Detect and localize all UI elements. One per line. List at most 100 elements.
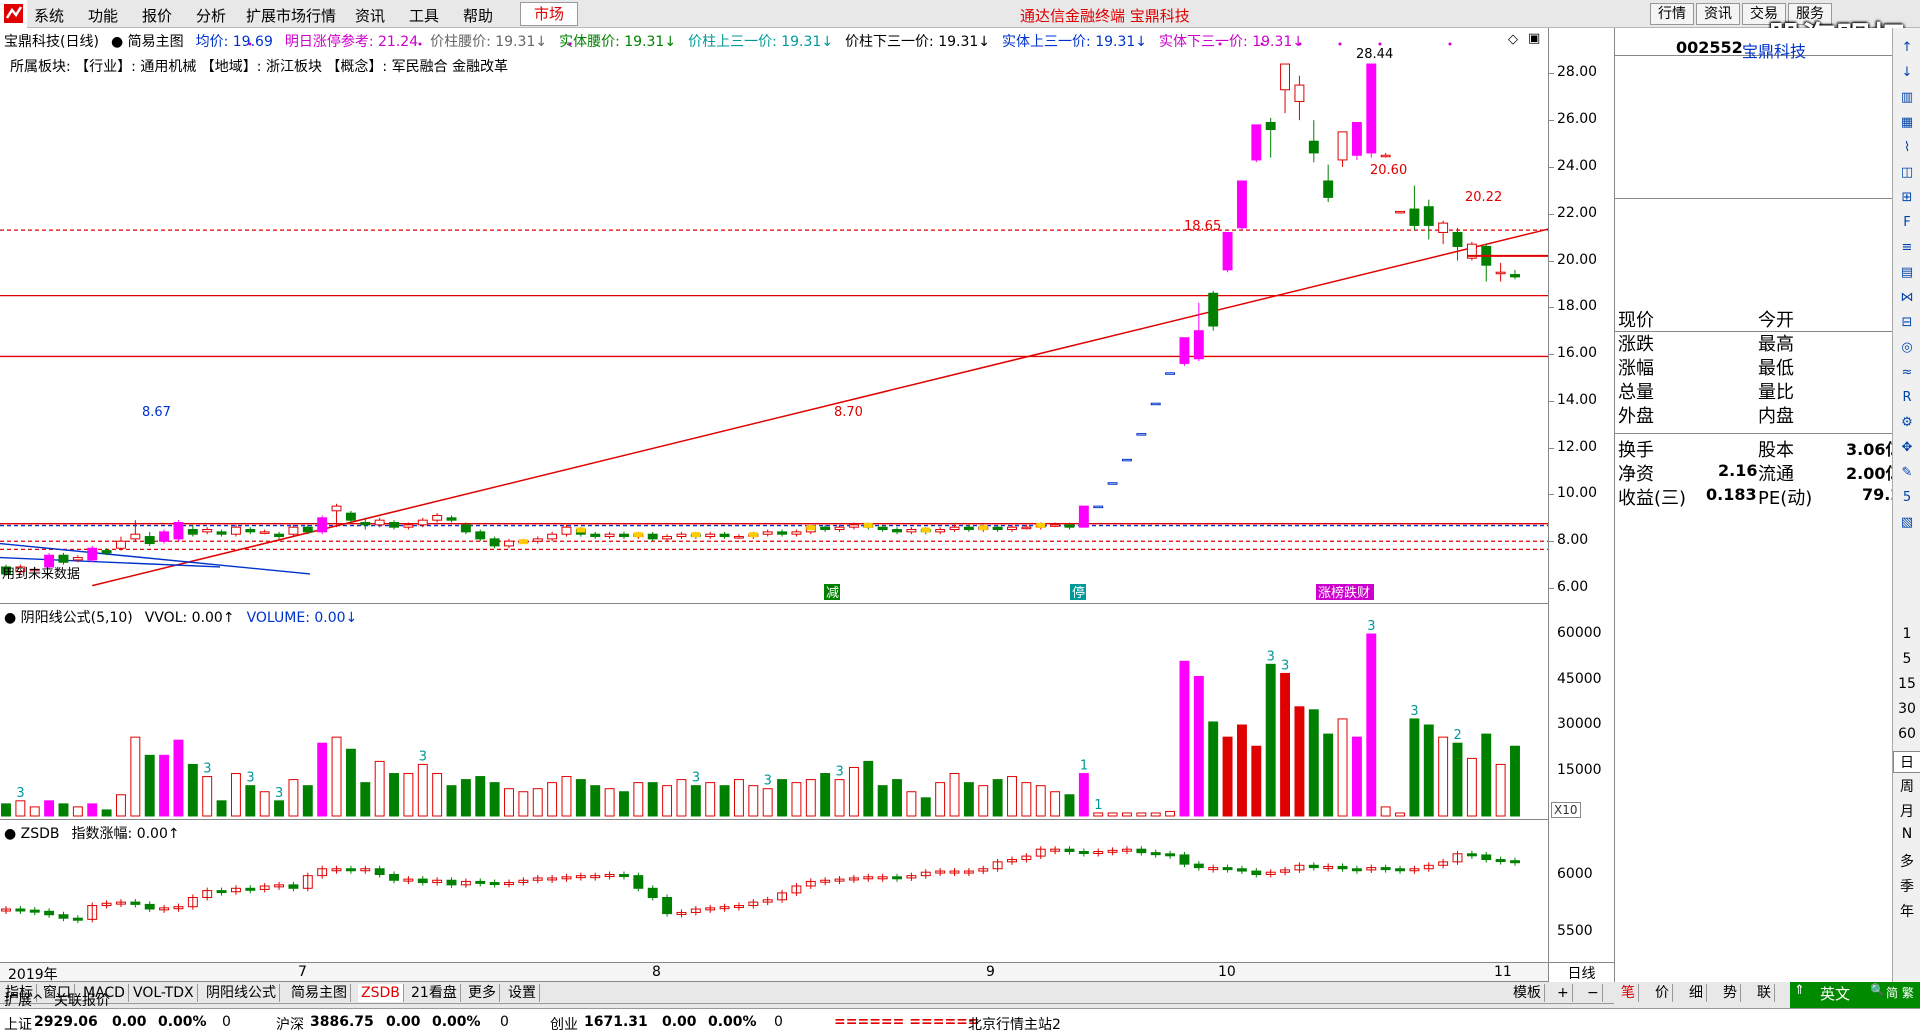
menu-system[interactable]: 系统 (34, 5, 64, 26)
volume-bar (87, 803, 98, 817)
volume-pane[interactable]: ● 阴阳线公式(5,10) VVOL: 0.00↑ VOLUME: 0.00↓ 33… (0, 604, 1548, 820)
tab-trend[interactable]: 势 (1720, 984, 1741, 1002)
chart-line-icon[interactable]: ⌇ (1897, 138, 1917, 158)
related-quote-button[interactable]: 关联报价 (54, 990, 110, 1010)
candle-body (116, 540, 126, 549)
tab-yinyang[interactable]: 阴阳线公式 (203, 984, 280, 1002)
period-button[interactable]: 月 (1893, 801, 1920, 821)
volume-bar (690, 785, 701, 817)
screen-icon[interactable]: ▧ (1897, 513, 1917, 533)
index-pane[interactable]: ● ZSDB 指数涨幅: 0.00↑ (0, 820, 1548, 962)
menu-quote[interactable]: 报价 (142, 5, 172, 26)
language-switch[interactable]: ⇑ 英文 🔍 简 繁 (1790, 982, 1920, 1008)
period-button[interactable]: 周 (1893, 776, 1920, 796)
index-chart[interactable] (0, 820, 1548, 962)
main-chart-pane[interactable]: 宝鼎科技(日线) ● 简易主图 均价: 19.69 明日涨停参考: 21.24 价柱腰价… (0, 28, 1548, 604)
tab-strokes[interactable]: 笔 (1618, 984, 1639, 1002)
tab-simple-main[interactable]: 简易主图 (288, 984, 351, 1002)
price-tick: 26.00 (1557, 111, 1598, 128)
template-button[interactable]: 模板 (1510, 984, 1545, 1002)
volume-bar (216, 800, 227, 817)
volume-count-label: 3 (419, 749, 427, 764)
cy-index-value: 1671.31 (584, 1014, 648, 1030)
sh-index-name[interactable]: 上证 (4, 1014, 32, 1033)
target-icon[interactable]: ◎ (1897, 338, 1917, 358)
rsi-icon[interactable]: R (1897, 388, 1917, 408)
candle-body (532, 538, 543, 542)
server-status[interactable]: 北京行情主站2 (968, 1014, 1061, 1033)
menu-news[interactable]: 资讯 (355, 5, 385, 26)
chart-window-icon[interactable]: ▣ (1528, 31, 1540, 46)
period-button[interactable]: N (1893, 826, 1920, 842)
tab-linked[interactable]: 联 (1754, 984, 1775, 1002)
period-button[interactable]: 60 (1893, 726, 1920, 742)
tab-zsdb[interactable]: ZSDB (358, 984, 404, 1002)
menu-help[interactable]: 帮助 (463, 5, 493, 26)
volume-bar (1251, 745, 1262, 817)
period-button[interactable]: 季 (1893, 876, 1920, 896)
move-icon[interactable]: ✥ (1897, 438, 1917, 458)
candle-body (762, 531, 773, 535)
menu-analysis[interactable]: 分析 (196, 5, 226, 26)
app-logo-icon[interactable] (0, 0, 27, 28)
menu-extended-market[interactable]: 扩展市场行情 (246, 5, 336, 26)
tab-more[interactable]: 更多 (465, 984, 500, 1002)
wave-icon[interactable]: ≈ (1897, 363, 1917, 383)
quote-button[interactable]: 行情 (1650, 3, 1694, 25)
candle-body (245, 529, 256, 533)
market-tab[interactable]: 市场 (520, 2, 578, 26)
volume-bar (72, 806, 83, 817)
tab-settings[interactable]: 设置 (505, 984, 540, 1002)
price-tick: 10.00 (1557, 485, 1598, 502)
layout-icon[interactable]: ⊞ (1897, 188, 1917, 208)
gear-icon[interactable]: ⚙ (1897, 413, 1917, 433)
volume-bar (963, 782, 974, 817)
volume-chart[interactable]: 333333 33 1133332 (0, 604, 1548, 820)
volume-bar (389, 773, 399, 817)
link-icon[interactable]: ⋈ (1897, 288, 1917, 308)
marker-dot (568, 42, 572, 46)
volume-bar (1107, 812, 1118, 817)
chart-diamond-icon[interactable]: ◇ (1508, 32, 1518, 47)
tab-21kanpan[interactable]: 21看盘 (408, 984, 461, 1002)
cy-index-name[interactable]: 创业 (550, 1014, 578, 1033)
period-button[interactable]: 年 (1893, 901, 1920, 921)
period-button[interactable]: 15 (1893, 676, 1920, 692)
expand-button[interactable]: 扩展^ (4, 990, 44, 1010)
news-button[interactable]: 资讯 (1696, 3, 1740, 25)
f5-icon[interactable]: 5 (1897, 488, 1917, 508)
menu-tools[interactable]: 工具 (409, 5, 439, 26)
period-button[interactable]: 日 (1893, 751, 1920, 773)
period-button[interactable]: 1 (1893, 626, 1920, 642)
table-icon[interactable]: ▦ (1897, 113, 1917, 133)
add-button[interactable]: + (1554, 984, 1573, 1002)
f10-icon[interactable]: F (1897, 213, 1917, 233)
period-button[interactable]: 5 (1893, 651, 1920, 667)
tab-detail[interactable]: 细 (1686, 984, 1707, 1002)
period-label[interactable]: 日线 (1548, 962, 1614, 982)
candle-body (187, 529, 198, 535)
volume-bar (561, 776, 572, 817)
grid-icon[interactable]: ▥ (1897, 88, 1917, 108)
volume-bar (1495, 763, 1506, 817)
period-button[interactable]: 多 (1893, 851, 1920, 871)
tab-price[interactable]: 价 (1652, 984, 1673, 1002)
candle-body (173, 522, 184, 540)
sz-index-name[interactable]: 沪深 (276, 1014, 304, 1033)
list-icon[interactable]: ≡ (1897, 238, 1917, 258)
stock-name[interactable]: 宝鼎科技 (1742, 38, 1806, 62)
pen-icon[interactable]: ✎ (1897, 463, 1917, 483)
minus-icon[interactable]: ⊟ (1897, 313, 1917, 333)
period-button[interactable]: 30 (1893, 701, 1920, 717)
remove-button[interactable]: − (1584, 984, 1603, 1002)
tick-mark (1549, 494, 1554, 496)
tab-vol-tdx[interactable]: VOL-TDX (130, 984, 198, 1002)
arrow-down-icon[interactable]: ↓ (1897, 63, 1917, 83)
news-icon[interactable]: ▤ (1897, 263, 1917, 283)
arrow-up-icon[interactable]: ↑ (1897, 38, 1917, 58)
volume-bar (1222, 736, 1233, 817)
panel-icon[interactable]: ◫ (1897, 163, 1917, 183)
volume-bar (906, 791, 917, 817)
candlestick-chart[interactable]: 28.44 20.60 20.22 18.65 8.70 8.67 用到未来数据减 停 涨榜跌财 (0, 28, 1548, 604)
menu-function[interactable]: 功能 (88, 5, 118, 26)
